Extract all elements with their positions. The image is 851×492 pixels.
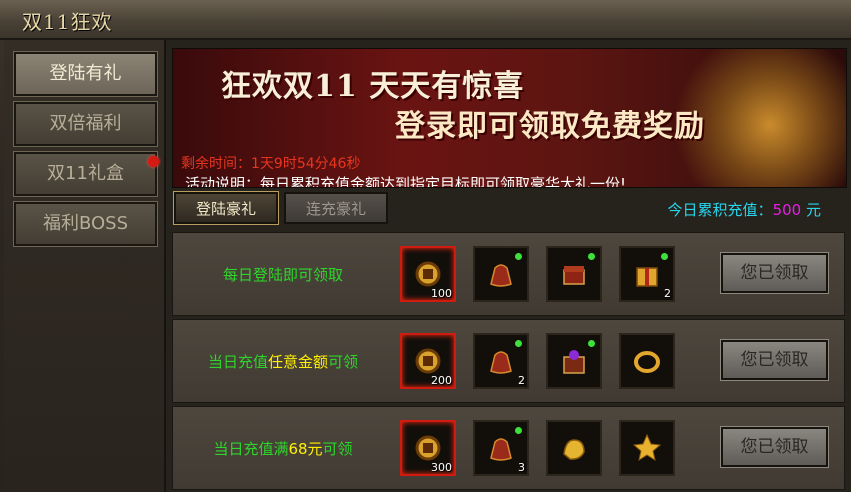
coin-pouch-icon [415,261,441,287]
reward-item[interactable] [473,246,529,302]
sidebar-item-label: 福利BOSS [42,213,129,234]
sidebar: 登陆有礼 双倍福利 双11礼盒 福利BOSS [4,40,166,492]
coin-pouch-icon [415,435,441,461]
reward-item[interactable]: 2 [619,246,675,302]
notification-dot [148,156,159,167]
red-bag-icon [490,438,512,461]
item-count: 2 [664,287,671,300]
sidebar-item-login-gift[interactable]: 登陆有礼 [13,51,158,97]
new-dot [515,340,522,347]
tab-consecutive-gift[interactable]: 连充豪礼 [284,192,388,224]
reward-item[interactable]: 300 [400,420,456,476]
new-dot [588,253,595,260]
item-count: 200 [431,374,452,387]
reward-item[interactable]: 100 [400,246,456,302]
gold-ore-icon [563,439,585,460]
condition-highlight: 任意金额 [267,353,328,371]
reward-item[interactable] [619,420,675,476]
item-count: 2 [518,374,525,387]
gold-star-icon [632,433,662,462]
sidebar-item-label: 双11礼盒 [47,163,124,184]
item-count: 300 [431,461,452,474]
new-dot [661,253,668,260]
today-amount: 500 [772,201,802,219]
new-dot [515,253,522,260]
today-label: 今日累积充值： [667,201,773,219]
reward-row: 每日登陆即可领取 100 2 您已领取 [172,232,845,316]
condition-text: 当日充值满 [213,440,289,458]
new-dot [588,340,595,347]
sidebar-item-label: 登陆有礼 [49,63,122,84]
reward-item[interactable]: 3 [473,420,529,476]
today-recharge: 今日累积充值：500 元 [668,199,821,220]
reward-row: 当日充值满68元可领 300 3 您已领取 [172,406,845,490]
reward-condition: 当日充值满68元可领 [173,407,393,491]
tab-login-gift[interactable]: 登陆豪礼 [173,191,279,225]
description-text: 每日累积充值金额达到指定目标即可领取豪华大礼一份! [260,175,627,188]
reward-item[interactable] [546,246,602,302]
timer-value: 1天9时54分46秒 [251,156,361,172]
condition-suffix: 可领 [328,353,359,371]
event-window: 双11狂欢 登陆有礼 双倍福利 双11礼盒 福利BOSS 狂欢双11 天天有惊喜… [0,0,851,492]
reward-item[interactable]: 2 [473,333,529,389]
gold-ring-icon [634,351,660,373]
title-bar: 双11狂欢 [0,0,851,40]
reward-item[interactable] [546,333,602,389]
condition-suffix: 可领 [322,440,353,458]
coin-pouch-icon [415,348,441,374]
reward-row: 当日充值任意金额可领 200 2 您已领取 [172,319,845,403]
window-title: 双11狂欢 [22,10,113,34]
red-bag-icon [490,264,512,287]
reward-condition: 每日登陆即可领取 [173,233,393,317]
reward-item[interactable] [619,333,675,389]
tab-label: 连充豪礼 [305,200,366,218]
banner-subheadline: 登录即可领取免费奖励 [395,109,705,144]
main-panel: 狂欢双11 天天有惊喜 登录即可领取免费奖励 剩余时间：1天9时54分46秒 活… [166,40,851,492]
timer-label: 剩余时间： [181,156,251,172]
condition-highlight: 68元 [288,440,323,458]
reward-item[interactable] [546,420,602,476]
item-count: 3 [518,461,525,474]
sidebar-item-welfare-boss[interactable]: 福利BOSS [13,201,158,247]
tab-label: 登陆豪礼 [195,200,256,218]
reward-condition: 当日充值任意金额可领 [173,320,393,404]
banner-headline: 狂欢双11 天天有惊喜 [221,69,525,104]
event-banner: 狂欢双11 天天有惊喜 登录即可领取免费奖励 剩余时间：1天9时54分46秒 活… [172,48,847,188]
item-count: 100 [431,287,452,300]
description-label: 活动说明： [185,175,261,188]
claimed-button[interactable]: 您已领取 [720,426,829,468]
sidebar-item-double-welfare[interactable]: 双倍福利 [13,101,158,147]
condition-text: 当日充值 [207,353,268,371]
treasure-chest-icon [563,266,585,285]
countdown-timer: 剩余时间：1天9时54分46秒 [181,153,360,173]
claimed-button[interactable]: 您已领取 [720,339,829,381]
condition-text: 每日登陆即可领取 [222,266,343,284]
reward-item[interactable]: 200 [400,333,456,389]
sidebar-item-label: 双倍福利 [49,113,122,134]
today-unit: 元 [805,201,821,219]
claimed-button[interactable]: 您已领取 [720,252,829,294]
gold-giftbox-icon [636,267,658,287]
sidebar-item-gift-box[interactable]: 双11礼盒 [13,151,159,197]
new-dot [515,427,522,434]
event-description: 活动说明：每日累积充值金额达到指定目标即可领取豪华大礼一份! [185,173,627,188]
red-bag-icon [490,351,512,374]
jeweled-chest-icon [563,350,585,374]
